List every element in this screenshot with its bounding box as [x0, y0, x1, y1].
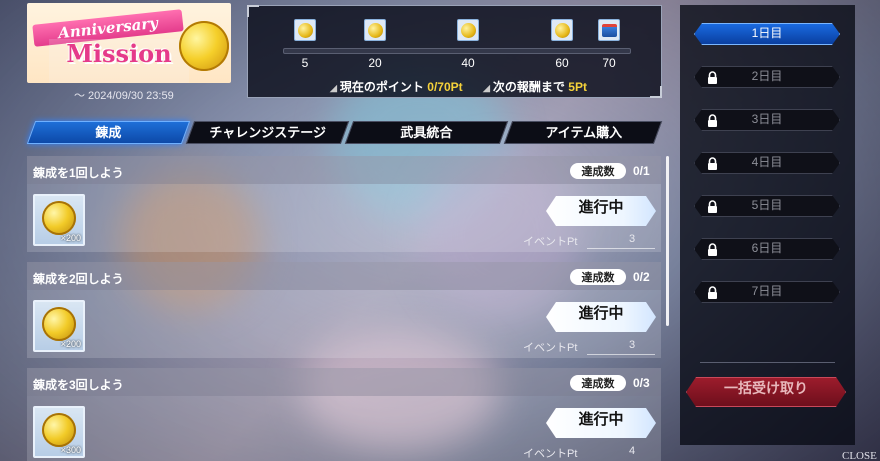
coin-icon — [298, 23, 313, 38]
milestone-label: 5 — [301, 56, 309, 70]
mission-list[interactable]: 錬成を1回しよう 達成数 0/1 ×200 進行中 イベントPt 3 錬成を2回… — [27, 156, 663, 461]
lock-icon — [708, 200, 717, 213]
tab-label: チャレンジステージ — [209, 125, 327, 140]
achievement-badge: 達成数 — [570, 269, 626, 285]
reward-quantity: ×200 — [60, 233, 81, 243]
coin-icon — [42, 307, 76, 341]
milestone-label: 20 — [368, 56, 382, 70]
mission-title: 錬成を2回しよう — [33, 272, 124, 286]
divider — [587, 354, 655, 355]
tab-equipment-merge[interactable]: 武具統合 — [344, 121, 509, 144]
day-label: 6日目 — [751, 241, 783, 255]
tab-item-purchase[interactable]: アイテム購入 — [503, 121, 663, 144]
lock-icon — [708, 286, 717, 299]
lock-icon — [708, 71, 717, 84]
point-progress-panel: 5 20 40 60 70 ◢ 現在のポイント 0/70Pt ◢ 次の報酬まで 5P… — [247, 5, 662, 98]
event-pt-label: イベントPt — [523, 342, 578, 354]
mission-tabs: 錬成 チャレンジステージ 武具統合 アイテム購入 — [26, 121, 663, 144]
milestone-reward[interactable] — [598, 19, 620, 41]
coin-icon — [555, 23, 570, 38]
claim-all-button[interactable]: 一括受け取り — [686, 377, 846, 407]
day-5-button[interactable]: 5日目 — [694, 195, 840, 217]
milestone-label: 60 — [555, 56, 569, 70]
day-3-button[interactable]: 3日目 — [694, 109, 840, 131]
banner-title: Mission — [49, 39, 189, 83]
current-points-value: 0/70Pt — [427, 80, 463, 94]
milestone-reward[interactable] — [551, 19, 573, 41]
mission-row: 錬成を1回しよう 達成数 0/1 ×200 進行中 イベントPt 3 — [27, 156, 661, 252]
day-sidebar: 1日目 2日目 3日目 4日目 5日目 6日目 7日目 一括受け取り — [680, 5, 855, 445]
event-pt-value: 3 — [629, 233, 636, 245]
day-label: 3日目 — [751, 112, 783, 126]
reward-quantity: ×300 — [60, 445, 81, 455]
tab-challenge-stage[interactable]: チャレンジステージ — [185, 121, 350, 144]
lock-icon — [708, 114, 717, 127]
divider — [700, 362, 835, 363]
milestone-reward[interactable] — [294, 19, 316, 41]
milestone-reward[interactable] — [364, 19, 386, 41]
tab-label: 錬成 — [95, 125, 122, 140]
day-7-button[interactable]: 7日目 — [694, 281, 840, 303]
next-reward: ◢ 次の報酬まで 5Pt — [483, 78, 587, 95]
mission-row: 錬成を2回しよう 達成数 0/2 ×200 進行中 イベントPt 3 — [27, 262, 661, 358]
achievement-count: 0/1 — [633, 164, 650, 178]
status-in-progress-button[interactable]: 進行中 — [546, 196, 656, 226]
reward-item[interactable]: ×300 — [33, 406, 85, 458]
mission-title: 錬成を3回しよう — [33, 378, 124, 392]
anniversary-mission-banner: Anniversary Mission — [27, 3, 231, 83]
triangle-icon: ◢ — [483, 83, 490, 93]
event-pt-value: 3 — [629, 339, 636, 351]
reward-item[interactable]: ×200 — [33, 300, 85, 352]
day-label: 4日目 — [751, 155, 783, 169]
coin-icon — [461, 23, 476, 38]
close-button[interactable]: CLOSE — [842, 450, 877, 461]
milestone-label: 40 — [461, 56, 475, 70]
day-label: 7日目 — [751, 284, 783, 298]
reward-item[interactable]: ×200 — [33, 194, 85, 246]
coin-icon — [42, 413, 76, 447]
achievement-badge: 達成数 — [570, 163, 626, 179]
mission-row: 錬成を3回しよう 達成数 0/3 ×300 進行中 イベントPt 4 — [27, 368, 661, 461]
current-points-label: 現在のポイント — [339, 80, 424, 94]
day-6-button[interactable]: 6日目 — [694, 238, 840, 260]
next-reward-value: 5Pt — [568, 80, 587, 94]
day-label: 1日目 — [751, 26, 783, 40]
milestone-reward[interactable] — [457, 19, 479, 41]
mission-title: 錬成を1回しよう — [33, 166, 124, 180]
coin-icon — [368, 23, 383, 38]
chest-icon — [602, 24, 617, 37]
day-4-button[interactable]: 4日目 — [694, 152, 840, 174]
coin-icon — [42, 201, 76, 235]
mission-list-scrollbar[interactable] — [666, 156, 669, 326]
event-period: ～ 2024/09/30 23:59 — [74, 90, 174, 102]
event-pt-label: イベントPt — [523, 448, 578, 460]
event-pt-value: 4 — [629, 445, 636, 457]
tab-renkin[interactable]: 錬成 — [26, 121, 191, 144]
day-label: 2日目 — [751, 69, 783, 83]
day-1-button[interactable]: 1日目 — [694, 23, 840, 45]
coin-icon — [179, 21, 229, 71]
next-reward-label: 次の報酬まで — [492, 80, 565, 94]
lock-icon — [708, 243, 717, 256]
tab-label: アイテム購入 — [545, 125, 622, 140]
day-label: 5日目 — [751, 198, 783, 212]
achievement-badge: 達成数 — [570, 375, 626, 391]
tab-label: 武具統合 — [400, 125, 453, 140]
status-in-progress-button[interactable]: 進行中 — [546, 302, 656, 332]
achievement-count: 0/3 — [633, 376, 650, 390]
achievement-count: 0/2 — [633, 270, 650, 284]
progress-track — [283, 48, 631, 54]
status-in-progress-button[interactable]: 進行中 — [546, 408, 656, 438]
event-pt-label: イベントPt — [523, 236, 578, 248]
lock-icon — [708, 157, 717, 170]
milestone-label: 70 — [602, 56, 616, 70]
current-points: ◢ 現在のポイント 0/70Pt — [330, 78, 463, 95]
divider — [587, 248, 655, 249]
day-2-button[interactable]: 2日目 — [694, 66, 840, 88]
triangle-icon: ◢ — [330, 83, 337, 93]
reward-quantity: ×200 — [60, 339, 81, 349]
